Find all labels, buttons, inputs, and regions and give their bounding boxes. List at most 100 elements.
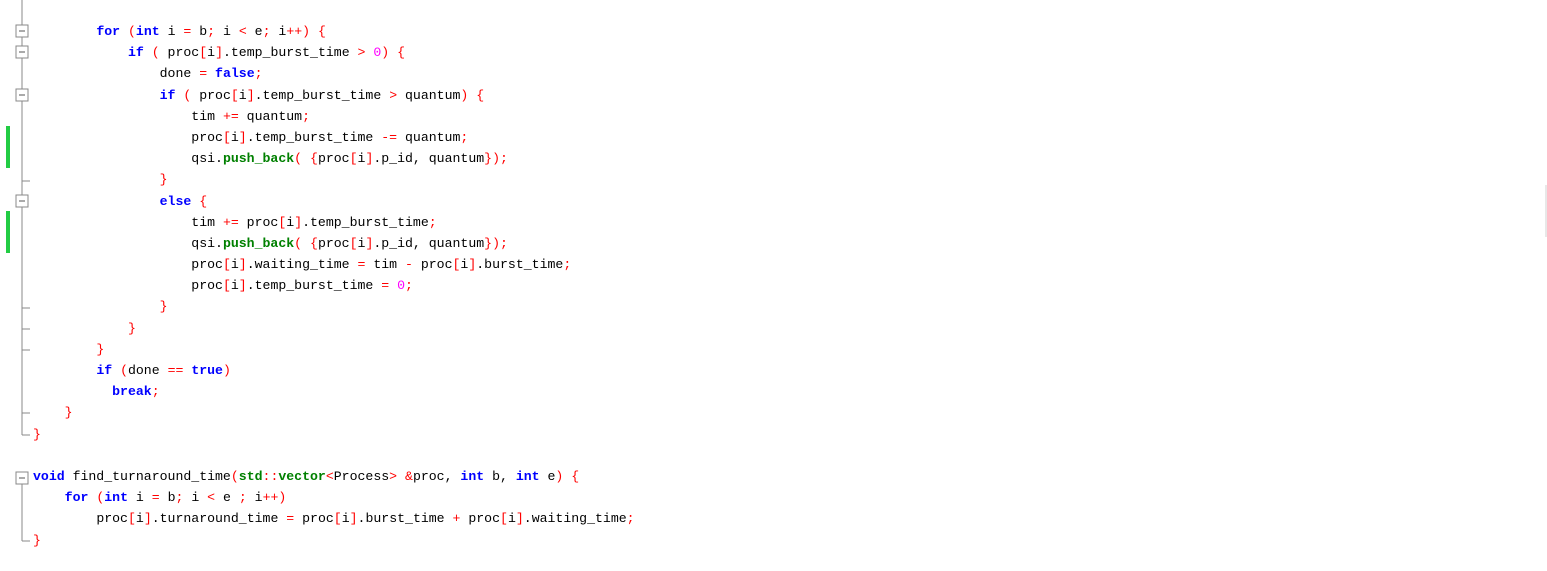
code-identifier: proc xyxy=(317,235,350,251)
code-identifier: .temp_burst_time xyxy=(302,214,429,230)
code-operator: > xyxy=(389,468,398,484)
fold-markers[interactable] xyxy=(0,0,32,571)
code-line[interactable]: } xyxy=(33,169,635,190)
code-line[interactable]: } xyxy=(33,424,635,445)
code-operator: } xyxy=(159,299,168,315)
code-operator: } xyxy=(127,320,136,336)
code-operator: ] xyxy=(238,278,247,294)
code-keyword: int xyxy=(460,468,485,484)
code-line[interactable]: if ( proc[i].temp_burst_time > quantum) … xyxy=(33,85,635,106)
code-line[interactable]: else { xyxy=(33,191,635,212)
code-line[interactable]: qsi.push_back( {proc[i].p_id, quantum}); xyxy=(33,233,635,254)
code-editor[interactable]: for (int i = b; i < e; i++) { if ( proc[… xyxy=(0,0,1547,571)
code-identifier: b, xyxy=(484,468,516,484)
code-operator: ; xyxy=(207,24,216,39)
code-operator: }); xyxy=(484,151,508,167)
code-operator: += xyxy=(222,214,239,230)
code-line[interactable]: void find_turnaround_time(std::vector<Pr… xyxy=(33,466,635,487)
code-operator: = xyxy=(286,511,295,527)
code-identifier: proc xyxy=(191,257,223,273)
code-line[interactable]: } xyxy=(33,402,635,423)
code-identifier: .waiting_time xyxy=(523,511,627,527)
code-operator: ] xyxy=(238,129,247,145)
code-operator: = xyxy=(381,278,390,294)
code-identifier: .burst_time xyxy=(357,511,453,527)
code-identifier: proc xyxy=(159,45,200,61)
code-keyword: if xyxy=(96,363,113,378)
code-line[interactable]: proc[i].turnaround_time = proc[i].burst_… xyxy=(33,508,634,529)
code-operator: = xyxy=(151,490,160,506)
code-identifier: .waiting_time xyxy=(246,257,358,273)
code-line[interactable]: proc[i].temp_burst_time = 0; xyxy=(33,275,635,296)
code-keyword: for xyxy=(96,24,121,39)
code-operator: ( xyxy=(230,468,239,484)
code-keyword: int xyxy=(104,490,128,506)
code-identifier: quantum xyxy=(397,129,461,145)
code-line[interactable]: tim += quantum; xyxy=(33,106,635,127)
code-identifier: i xyxy=(207,45,216,61)
code-operator: < xyxy=(325,468,334,484)
code-line[interactable]: if (done == true) xyxy=(33,360,635,381)
code-line[interactable]: } xyxy=(33,530,635,551)
code-operator: & xyxy=(405,468,413,484)
code-line[interactable]: for (int i = b; i < e; i++) { xyxy=(33,21,635,42)
code-line[interactable]: } xyxy=(33,296,635,317)
code-operator: } xyxy=(33,532,41,548)
fold-gutter[interactable] xyxy=(0,0,32,571)
code-keyword: void xyxy=(33,468,65,484)
code-line[interactable]: if ( proc[i].temp_burst_time > 0) { xyxy=(33,42,635,63)
code-operator: [ xyxy=(333,511,342,527)
code-line[interactable]: tim += proc[i].temp_burst_time; xyxy=(33,212,635,233)
code-operator: ( xyxy=(294,151,303,167)
code-operator: == xyxy=(167,363,184,378)
code-identifier: find_turnaround_time xyxy=(64,468,231,484)
code-operator: [ xyxy=(127,511,136,527)
code-identifier: tim xyxy=(191,214,223,230)
code-line[interactable]: proc[i].temp_burst_time -= quantum; xyxy=(33,127,635,148)
code-identifier: i xyxy=(238,87,247,103)
code-operator: { xyxy=(397,45,406,61)
code-line[interactable]: done = false; xyxy=(33,63,635,84)
code-line[interactable]: } xyxy=(33,318,635,339)
code-operator: { xyxy=(310,151,318,167)
code-operator: [ xyxy=(199,45,208,61)
code-identifier: e xyxy=(246,24,263,39)
code-line[interactable]: proc[i].waiting_time = tim - proc[i].bur… xyxy=(33,254,635,275)
code-operator: ; xyxy=(405,278,413,294)
code-identifier: done xyxy=(159,66,200,82)
code-identifier: proc xyxy=(191,129,223,145)
code-area[interactable]: for (int i = b; i < e; i++) { if ( proc[… xyxy=(33,21,635,551)
code-operator: ] xyxy=(294,214,303,230)
code-identifier: .p_id, quantum xyxy=(373,235,485,251)
code-operator: [ xyxy=(230,87,239,103)
code-line[interactable]: for (int i = b; i < e ; i++) xyxy=(33,487,635,508)
code-identifier: proc xyxy=(96,511,128,527)
code-operator: [ xyxy=(349,235,358,251)
code-operator: ] xyxy=(515,511,524,527)
code-identifier: qsi. xyxy=(191,235,223,251)
code-operator: } xyxy=(33,426,41,442)
code-line[interactable]: break; xyxy=(33,381,635,402)
code-operator: ] xyxy=(238,257,247,273)
code-operator: ; xyxy=(460,129,469,145)
code-line[interactable]: qsi.push_back( {proc[i].p_id, quantum}); xyxy=(33,148,635,169)
code-operator: - xyxy=(405,257,413,273)
code-function: push_back xyxy=(222,235,295,251)
code-line[interactable]: } xyxy=(33,339,635,360)
code-operator: :: xyxy=(262,468,279,484)
code-identifier: i xyxy=(215,24,239,39)
code-line[interactable] xyxy=(33,445,635,466)
